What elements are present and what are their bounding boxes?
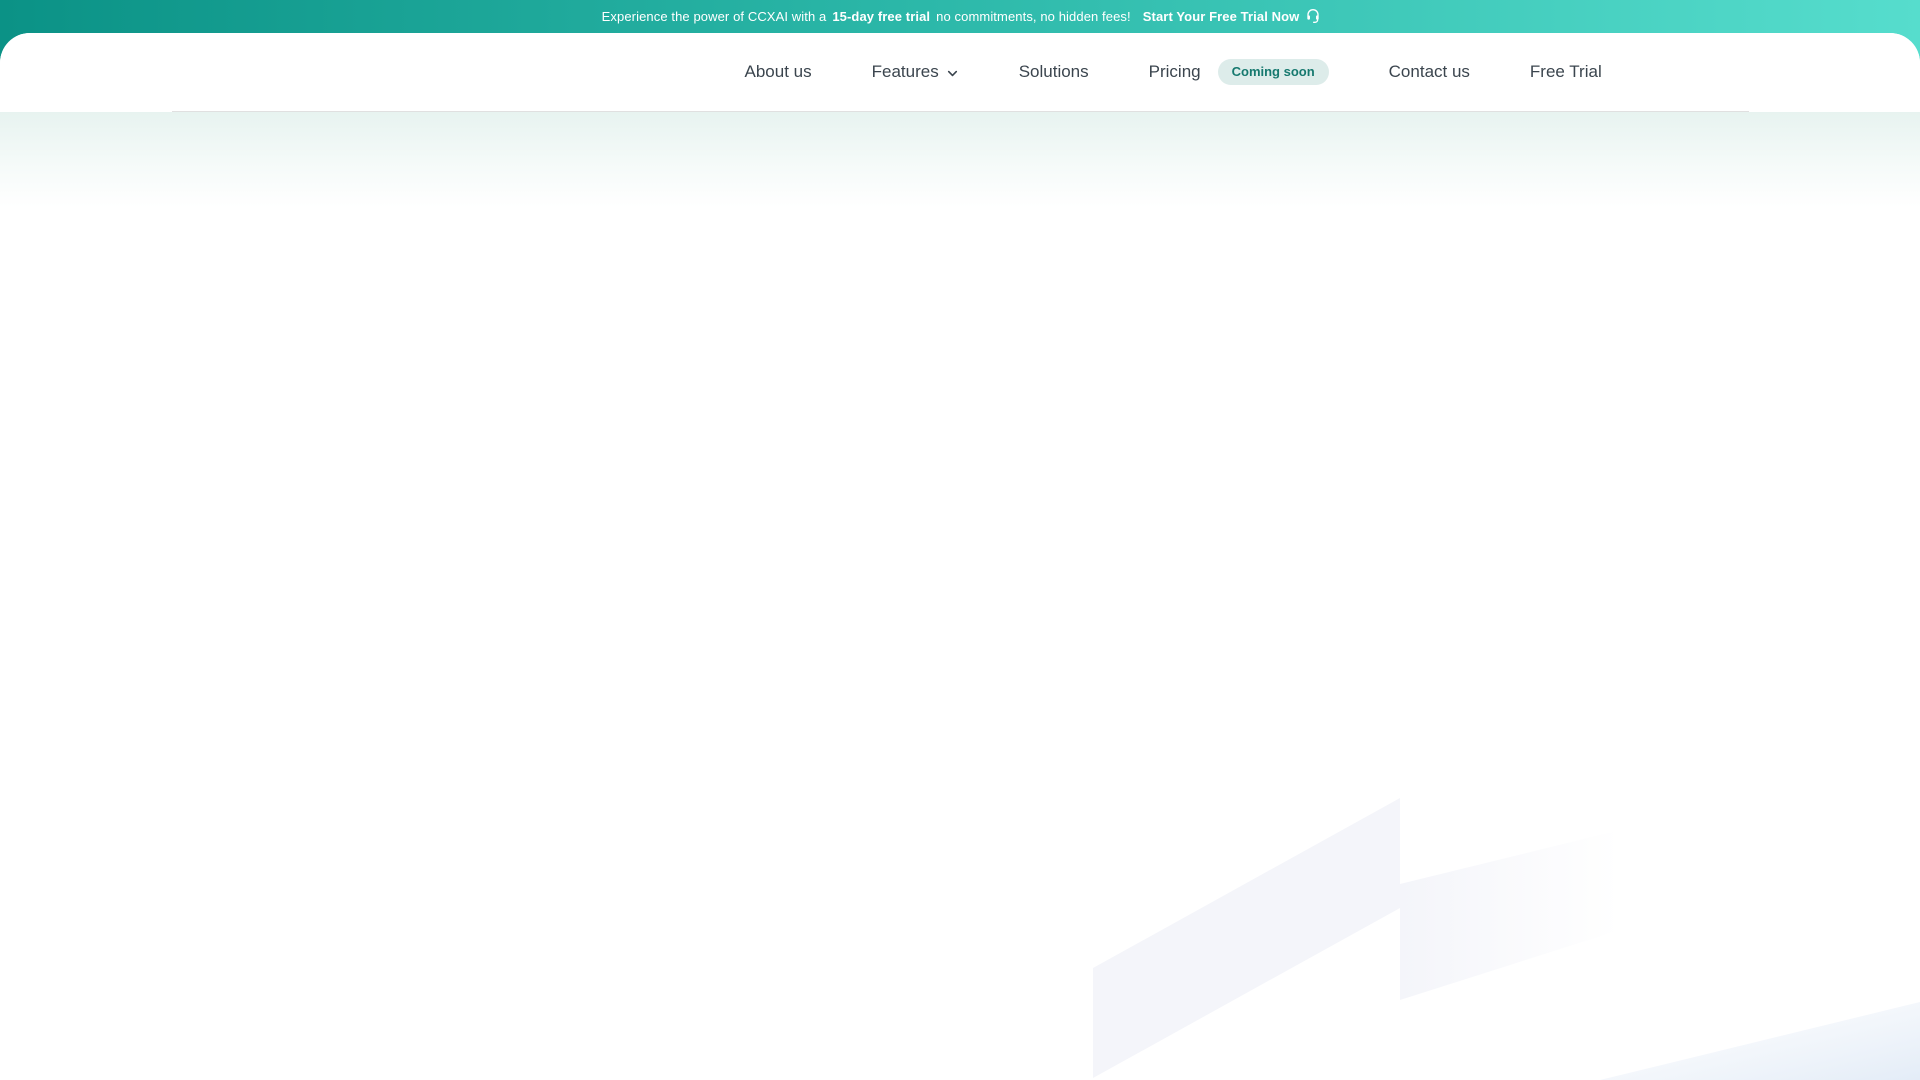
decor-band-main	[1093, 798, 1400, 1078]
start-free-trial-label: Start Your Free Trial Now	[1143, 9, 1300, 24]
hero-section	[0, 112, 1920, 1080]
nav-item-pricing-label: Pricing	[1149, 62, 1201, 82]
nav-item-solutions[interactable]: Solutions	[1019, 62, 1089, 82]
main-navbar: About us Features Solutions	[0, 33, 1920, 112]
announcement-highlight: 15-day free trial	[832, 9, 930, 24]
coming-soon-badge: Coming soon	[1218, 59, 1329, 85]
logo-placeholder	[172, 49, 745, 95]
headset-icon	[1305, 7, 1321, 26]
nav-item-pricing[interactable]: Pricing Coming soon	[1149, 59, 1329, 85]
nav-item-features-label: Features	[872, 62, 939, 82]
page-root: Experience the power of CCXAI with a 15-…	[0, 0, 1920, 1080]
nav-item-contact-us-label: Contact us	[1389, 62, 1470, 82]
announcement-bar: Experience the power of CCXAI with a 15-…	[0, 0, 1920, 33]
nav-item-free-trial[interactable]: Free Trial	[1530, 62, 1602, 82]
nav-menu: About us Features Solutions	[745, 59, 1602, 85]
decor-corner-triangle	[1600, 1002, 1920, 1080]
decorative-diagonal-shapes	[0, 112, 1920, 1080]
start-free-trial-link[interactable]: Start Your Free Trial Now	[1143, 7, 1322, 26]
nav-item-about-us[interactable]: About us	[745, 62, 812, 82]
chevron-down-icon	[946, 67, 959, 80]
nav-item-free-trial-label: Free Trial	[1530, 62, 1602, 82]
nav-item-solutions-label: Solutions	[1019, 62, 1089, 82]
navbar-container: About us Features Solutions	[172, 33, 1749, 112]
announcement-text-prefix: Experience the power of CCXAI with a	[602, 9, 827, 24]
nav-item-features[interactable]: Features	[872, 62, 959, 82]
page-sheet: About us Features Solutions	[0, 33, 1920, 1080]
decor-band-tail	[1400, 830, 1620, 1000]
nav-item-contact-us[interactable]: Contact us	[1389, 62, 1470, 82]
nav-item-about-us-label: About us	[745, 62, 812, 82]
announcement-text-suffix: no commitments, no hidden fees!	[936, 9, 1131, 24]
